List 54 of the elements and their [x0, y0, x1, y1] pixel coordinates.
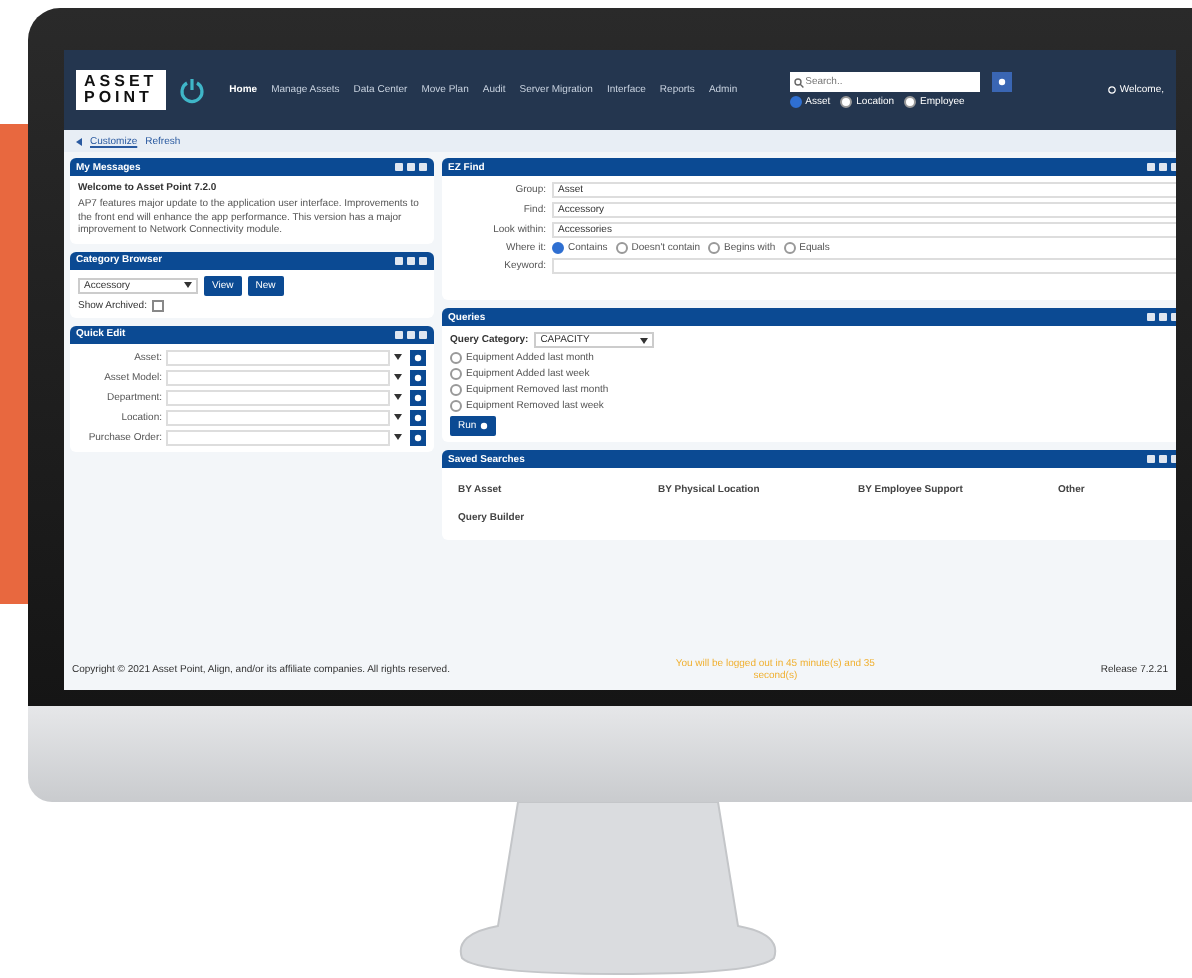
window-icon[interactable]: [394, 162, 404, 172]
caret-icon: [184, 282, 192, 288]
radio-button[interactable]: [783, 242, 796, 254]
archived-checkbox[interactable]: [152, 299, 165, 311]
row-action-button[interactable]: [410, 349, 426, 365]
keyword-field[interactable]: [552, 258, 1176, 274]
radio-button[interactable]: [615, 242, 628, 254]
window-icon[interactable]: [394, 329, 404, 339]
radio-button[interactable]: [789, 96, 802, 108]
radio-button[interactable]: [708, 242, 721, 254]
square-icon[interactable]: [406, 162, 416, 172]
window-icon[interactable]: [1146, 312, 1156, 322]
circle-icon: [414, 353, 422, 361]
input-field[interactable]: [166, 429, 390, 445]
radio-button[interactable]: [840, 96, 853, 108]
search-button[interactable]: [991, 72, 1012, 92]
radio-button[interactable]: [904, 96, 917, 108]
square-icon[interactable]: [1158, 312, 1168, 322]
caret-icon: [394, 414, 402, 420]
radio-button[interactable]: [450, 352, 462, 364]
input-field[interactable]: [166, 389, 390, 405]
radio-button[interactable]: [450, 368, 462, 380]
square-icon[interactable]: [406, 329, 416, 339]
circle-icon: [414, 433, 422, 441]
window-icon[interactable]: [394, 255, 404, 265]
circle-icon: [414, 393, 422, 401]
circle-icon: [997, 78, 1006, 86]
row-action-button[interactable]: [410, 369, 426, 385]
circle-icon: [480, 422, 489, 430]
window-icon[interactable]: [1146, 454, 1156, 464]
caret-icon: [394, 394, 402, 400]
radio-button[interactable]: [450, 400, 462, 412]
triangle-icon: [76, 137, 82, 145]
row-action-button[interactable]: [410, 429, 426, 445]
square-icon[interactable]: [1158, 162, 1168, 172]
caret-icon: [394, 374, 402, 380]
radio-button[interactable]: [552, 242, 564, 254]
square-icon[interactable]: [406, 255, 416, 265]
input-field[interactable]: [166, 369, 390, 385]
search-icon: [793, 77, 804, 87]
window-icon[interactable]: [1146, 162, 1156, 172]
row-action-button[interactable]: [410, 409, 426, 425]
square-icon[interactable]: [1158, 454, 1168, 464]
radio-button[interactable]: [450, 384, 462, 396]
circle-icon: [414, 373, 422, 381]
caret-icon: [640, 337, 649, 343]
row-action-button[interactable]: [410, 389, 426, 405]
input-field[interactable]: [166, 409, 390, 425]
circle-icon: [414, 413, 422, 421]
caret-icon: [394, 354, 402, 360]
input-field[interactable]: [166, 349, 390, 365]
logo: ASSET POINT: [76, 70, 166, 110]
caret-icon: [394, 434, 402, 440]
power-icon: [177, 76, 206, 104]
